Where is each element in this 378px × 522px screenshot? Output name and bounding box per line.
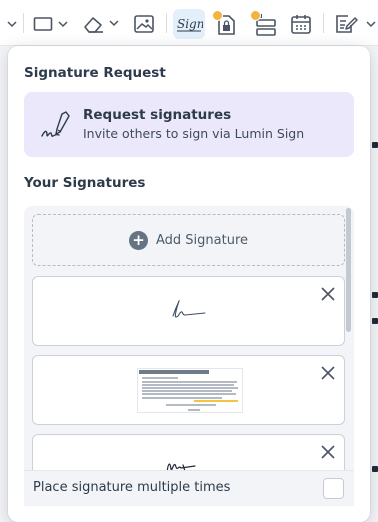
edit-document-icon[interactable] (332, 9, 360, 39)
form-fields-icon[interactable] (249, 9, 279, 39)
document-edge-mark (372, 142, 378, 148)
signature-popover: Signature Request Request signatures Inv… (8, 46, 370, 522)
plus-circle-icon: + (128, 230, 148, 250)
place-multiple-checkbox[interactable] (323, 478, 344, 499)
chevron-down-icon[interactable] (364, 9, 378, 39)
signature-item[interactable] (32, 355, 345, 425)
close-icon[interactable] (320, 365, 336, 381)
request-signatures-title: Request signatures (83, 107, 232, 123)
sign-icon[interactable]: Sign (173, 9, 205, 39)
signature-scribble (172, 300, 206, 318)
signature-item[interactable] (32, 276, 345, 346)
svg-text:Sign: Sign (177, 17, 203, 31)
calendar-icon[interactable] (287, 9, 315, 39)
close-icon[interactable] (320, 286, 336, 302)
add-signature-label: Add Signature (155, 232, 248, 248)
document-edge-mark (372, 292, 378, 298)
premium-badge-icon (212, 10, 223, 21)
toolbar: Sign (0, 0, 378, 46)
document-lock-icon[interactable] (211, 9, 241, 39)
request-signatures-subtitle: Invite others to sign via Lumin Sign (83, 126, 305, 141)
place-multiple-label: Place signature multiple times (33, 480, 231, 495)
toolbar-divider (166, 13, 167, 33)
eraser-icon[interactable] (82, 9, 122, 39)
request-signatures-card[interactable]: Request signatures Invite others to sign… (24, 92, 354, 157)
signature-request-heading: Signature Request (24, 65, 166, 81)
scrollbar-thumb[interactable] (346, 208, 351, 332)
document-thumbnail (137, 368, 243, 413)
close-icon[interactable] (320, 444, 336, 460)
place-multiple-row: Place signature multiple times (24, 470, 354, 506)
shape-rectangle-icon[interactable] (32, 9, 72, 39)
your-signatures-heading: Your Signatures (24, 175, 146, 191)
signature-pen-icon (41, 111, 70, 137)
premium-badge-icon (250, 10, 261, 21)
image-icon[interactable] (130, 9, 158, 39)
toolbar-divider (323, 13, 324, 33)
toolbar-divider (23, 13, 24, 33)
chevron-down-icon[interactable] (4, 9, 20, 39)
app-stage: Sign Signature Request Request signature… (0, 0, 378, 522)
document-edge-mark (372, 318, 378, 324)
document-edge-mark (372, 466, 378, 472)
signature-list: + Add Signature (24, 206, 354, 504)
add-signature-button[interactable]: + Add Signature (32, 214, 345, 266)
